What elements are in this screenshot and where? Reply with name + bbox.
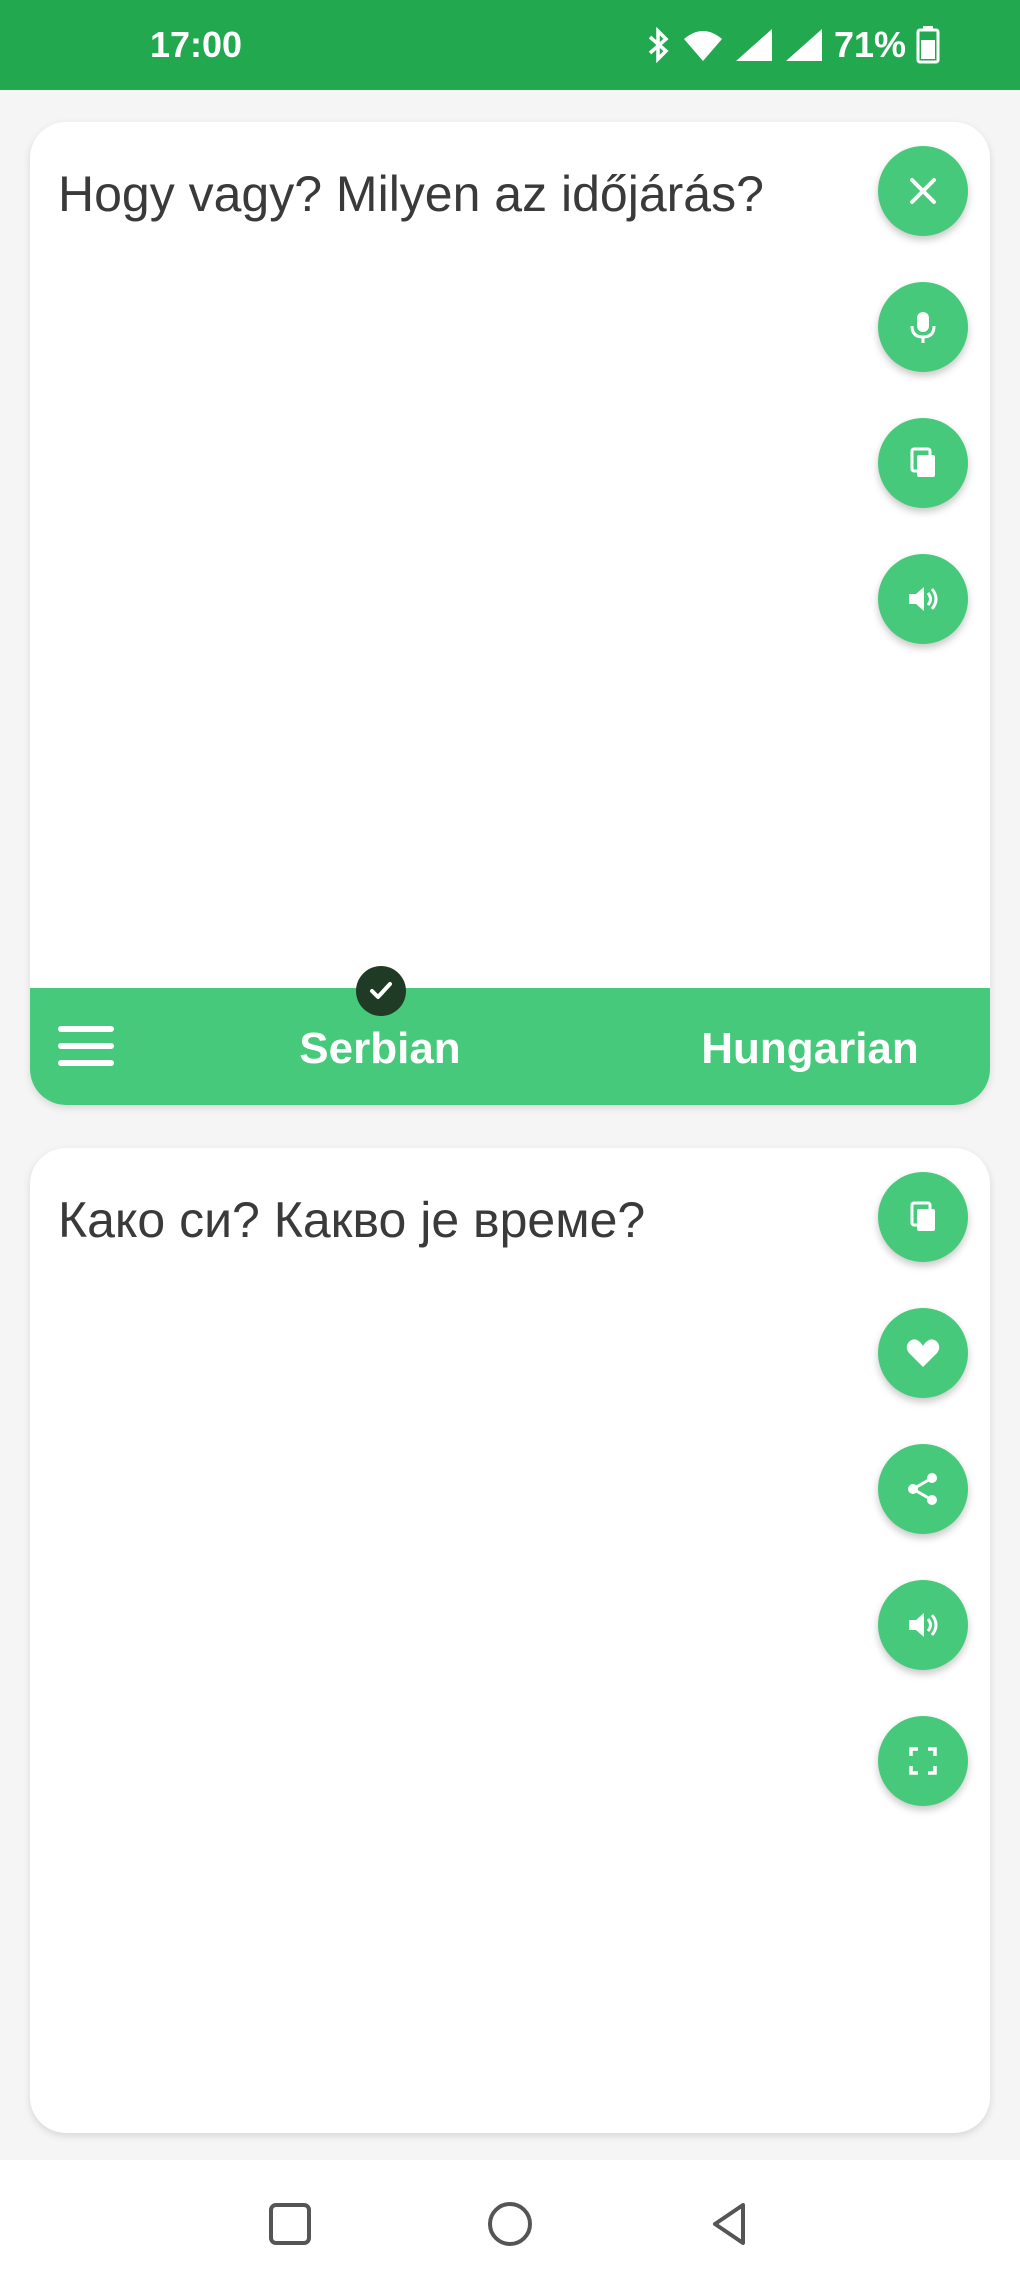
- home-button[interactable]: [475, 2189, 545, 2259]
- heart-icon: [906, 1339, 940, 1367]
- language-bar: Serbian Hungarian: [30, 966, 990, 1105]
- fullscreen-icon: [909, 1747, 937, 1775]
- battery-percent: 71%: [833, 24, 906, 65]
- navigation-bar: [0, 2160, 1020, 2287]
- copy-button[interactable]: [878, 418, 968, 508]
- signal-icon: [735, 29, 772, 61]
- source-language-button[interactable]: Serbian: [270, 1024, 490, 1074]
- copy-icon: [910, 1201, 935, 1231]
- favorite-button[interactable]: [878, 1308, 968, 1398]
- recents-icon: [269, 2202, 311, 2245]
- menu-icon: [58, 1026, 114, 1032]
- translated-text: Како си? Какво је време?: [58, 1192, 646, 1248]
- microphone-icon: [910, 312, 936, 343]
- status-bar: 17:00 71%: [0, 0, 1020, 90]
- battery-icon: [916, 26, 940, 64]
- input-actions: [878, 146, 968, 644]
- speaker-icon: [909, 587, 938, 611]
- menu-icon-bar: [58, 1043, 114, 1049]
- back-icon: [713, 2202, 745, 2245]
- fullscreen-button[interactable]: [878, 1716, 968, 1806]
- share-icon: [908, 1473, 937, 1505]
- speaker-icon: [909, 1613, 938, 1637]
- recents-button[interactable]: [255, 2189, 325, 2259]
- home-icon: [488, 2201, 532, 2246]
- status-icons: 71%: [646, 24, 940, 66]
- bluetooth-icon: [648, 27, 669, 63]
- menu-button[interactable]: [58, 1020, 114, 1072]
- speak-translation-button[interactable]: [878, 1580, 968, 1670]
- copy-translation-button[interactable]: [878, 1172, 968, 1262]
- copy-icon: [910, 447, 935, 477]
- target-language-button[interactable]: Hungarian: [670, 1024, 950, 1074]
- share-button[interactable]: [878, 1444, 968, 1534]
- clear-button[interactable]: [878, 146, 968, 236]
- back-button[interactable]: [695, 2189, 765, 2259]
- source-text[interactable]: Hogy vagy? Milyen az időjárás?: [58, 162, 878, 227]
- wifi-icon: [683, 31, 722, 61]
- input-card: Hogy vagy? Milyen az időjárás? Serbian H…: [30, 122, 990, 1105]
- signal-icon: [785, 29, 822, 61]
- microphone-button[interactable]: [878, 282, 968, 372]
- status-time: 17:00: [150, 24, 243, 65]
- output-actions: [878, 1172, 968, 1806]
- output-card: Како си? Какво је време?: [30, 1148, 990, 2133]
- speak-source-button[interactable]: [878, 554, 968, 644]
- clear-icon: [910, 178, 936, 204]
- menu-icon-bar: [58, 1060, 114, 1066]
- check-icon: [356, 966, 406, 1016]
